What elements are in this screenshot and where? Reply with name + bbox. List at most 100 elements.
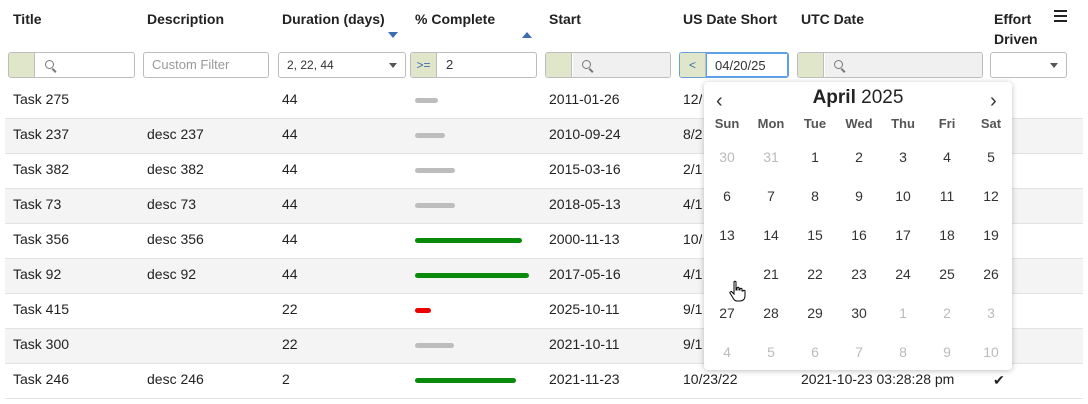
utc-date-filter[interactable] bbox=[797, 52, 983, 78]
utc-date-filter-input[interactable] bbox=[825, 53, 982, 77]
complete-filter[interactable]: >= 2 bbox=[410, 52, 537, 78]
calendar-day[interactable]: 6 bbox=[793, 333, 837, 372]
calendar-day[interactable]: 4 bbox=[705, 333, 749, 372]
us-date-filter-input[interactable]: 04/20/25 bbox=[706, 53, 788, 77]
percent-complete-bar bbox=[415, 133, 445, 138]
calendar-day[interactable]: 1 bbox=[881, 294, 925, 333]
title-filter-input[interactable] bbox=[36, 53, 134, 77]
calendar-day[interactable]: 18 bbox=[925, 216, 969, 255]
calendar-day[interactable]: 12 bbox=[969, 177, 1013, 216]
column-header-start[interactable]: Start bbox=[549, 0, 581, 50]
calendar-day[interactable]: 13 bbox=[705, 216, 749, 255]
column-header-percent-complete[interactable]: % Complete bbox=[415, 0, 495, 50]
calendar-day[interactable]: 30 bbox=[837, 294, 881, 333]
column-header-duration[interactable]: Duration (days) bbox=[282, 0, 385, 50]
calendar-month[interactable]: April bbox=[813, 87, 856, 108]
calendar-day[interactable]: 21 bbox=[749, 255, 793, 294]
calendar-day[interactable]: 11 bbox=[925, 177, 969, 216]
cell-start: 2025-10-11 bbox=[549, 301, 620, 317]
cell-duration: 44 bbox=[282, 266, 298, 282]
cell-start: 2017-05-16 bbox=[549, 266, 621, 282]
start-filter-operator[interactable] bbox=[546, 53, 572, 77]
cell-duration: 44 bbox=[282, 126, 298, 142]
utc-date-filter-operator[interactable] bbox=[798, 53, 824, 77]
calendar-day[interactable]: 28 bbox=[749, 294, 793, 333]
cell-us-date-short: 2/1 bbox=[683, 161, 703, 177]
duration-filter-select[interactable]: 2, 22, 44 bbox=[278, 52, 406, 78]
calendar-day[interactable]: 29 bbox=[793, 294, 837, 333]
cell-description: desc 237 bbox=[147, 126, 204, 142]
cell-us-date-short: 9/1 bbox=[683, 301, 703, 317]
calendar-day[interactable]: 10 bbox=[969, 333, 1013, 372]
calendar-day[interactable]: 5 bbox=[749, 333, 793, 372]
calendar-day[interactable]: 17 bbox=[881, 216, 925, 255]
weekday-label: Sun bbox=[714, 116, 740, 131]
cell-description: desc 382 bbox=[147, 161, 204, 177]
cell-duration: 22 bbox=[282, 301, 298, 317]
calendar-day[interactable]: 14 bbox=[749, 216, 793, 255]
description-filter-input[interactable]: Custom Filter bbox=[144, 53, 268, 77]
calendar-day[interactable]: 9 bbox=[925, 333, 969, 372]
cell-title: Task 300 bbox=[13, 336, 70, 352]
cell-title: Task 246 bbox=[13, 371, 70, 387]
calendar-day[interactable]: 10 bbox=[881, 177, 925, 216]
weekday-label: Mon bbox=[757, 116, 785, 131]
description-filter[interactable]: Custom Filter bbox=[143, 52, 269, 78]
title-filter[interactable] bbox=[8, 52, 135, 78]
cell-title: Task 415 bbox=[13, 301, 70, 317]
calendar-day[interactable]: 25 bbox=[925, 255, 969, 294]
effort-filter-select[interactable] bbox=[990, 52, 1067, 78]
percent-complete-bar bbox=[415, 238, 522, 243]
start-filter[interactable] bbox=[545, 52, 671, 78]
title-filter-operator[interactable] bbox=[9, 53, 35, 77]
us-date-filter-operator[interactable]: < bbox=[680, 53, 706, 77]
dropdown-caret-icon bbox=[389, 63, 397, 68]
cell-description: desc 73 bbox=[147, 196, 197, 212]
calendar-day[interactable]: 8 bbox=[881, 333, 925, 372]
calendar-day[interactable]: 31 bbox=[749, 138, 793, 177]
cell-us-date-short: 4/1 bbox=[683, 266, 703, 282]
calendar-day[interactable]: 30 bbox=[705, 138, 749, 177]
calendar-day[interactable]: 22 bbox=[793, 255, 837, 294]
calendar-day[interactable]: 23 bbox=[837, 255, 881, 294]
calendar-day[interactable]: 9 bbox=[837, 177, 881, 216]
percent-complete-bar bbox=[415, 203, 455, 208]
cell-us-date-short: 8/2 bbox=[683, 126, 703, 142]
calendar-day[interactable]: 16 bbox=[837, 216, 881, 255]
calendar-day[interactable]: 15 bbox=[793, 216, 837, 255]
calendar-day[interactable]: 3 bbox=[969, 294, 1013, 333]
us-date-filter[interactable]: < 04/20/25 bbox=[679, 52, 789, 78]
calendar-day[interactable]: 1 bbox=[793, 138, 837, 177]
column-header-title[interactable]: Title bbox=[13, 0, 42, 50]
dropdown-caret-icon bbox=[1050, 63, 1058, 68]
cell-title: Task 356 bbox=[13, 231, 70, 247]
grid-menu-icon[interactable] bbox=[1054, 10, 1067, 22]
calendar-day[interactable]: 7 bbox=[749, 177, 793, 216]
column-header-us-date-short[interactable]: US Date Short bbox=[683, 0, 777, 50]
effort-header-line2: Driven bbox=[994, 31, 1038, 47]
start-filter-input[interactable] bbox=[573, 53, 670, 77]
column-header-effort-driven[interactable]: Effort Driven bbox=[994, 0, 1038, 50]
cell-title: Task 73 bbox=[13, 196, 62, 212]
calendar-day[interactable]: 2 bbox=[925, 294, 969, 333]
complete-filter-input[interactable]: 2 bbox=[438, 53, 536, 77]
calendar-day[interactable]: 7 bbox=[837, 333, 881, 372]
column-header-utc-date[interactable]: UTC Date bbox=[801, 0, 864, 50]
cell-duration: 44 bbox=[282, 161, 298, 177]
percent-complete-bar bbox=[415, 378, 516, 383]
calendar-day[interactable]: 4 bbox=[925, 138, 969, 177]
complete-filter-operator[interactable]: >= bbox=[411, 53, 437, 77]
weekday-label: Wed bbox=[845, 116, 873, 131]
calendar-day[interactable]: 26 bbox=[969, 255, 1013, 294]
calendar-year[interactable]: 2025 bbox=[861, 87, 903, 108]
calendar-day[interactable]: 19 bbox=[969, 216, 1013, 255]
calendar-day[interactable]: 24 bbox=[881, 255, 925, 294]
calendar-day[interactable]: 2 bbox=[837, 138, 881, 177]
calendar-day[interactable]: 3 bbox=[881, 138, 925, 177]
calendar-day[interactable]: 8 bbox=[793, 177, 837, 216]
next-month-icon[interactable]: › bbox=[990, 90, 997, 113]
cell-start: 2015-03-16 bbox=[549, 161, 621, 177]
column-header-description[interactable]: Description bbox=[147, 0, 224, 50]
calendar-day[interactable]: 5 bbox=[969, 138, 1013, 177]
calendar-day[interactable]: 6 bbox=[705, 177, 749, 216]
